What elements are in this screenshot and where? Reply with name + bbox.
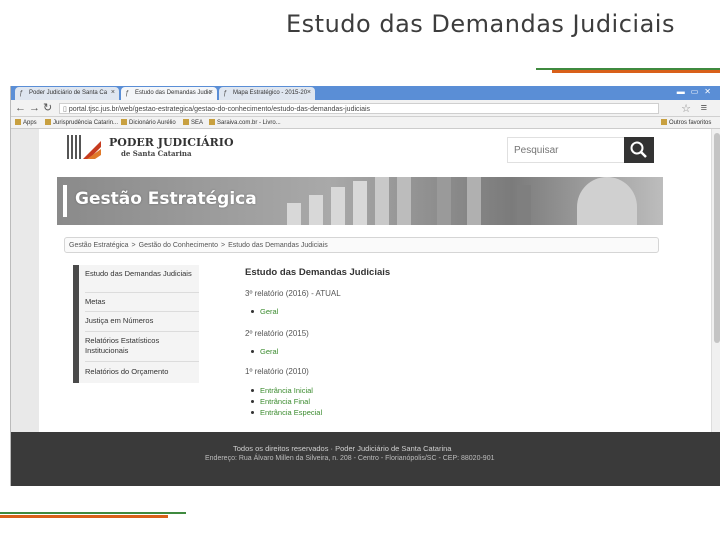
sidebar-divider bbox=[85, 292, 199, 293]
favicon-icon: ƒ bbox=[125, 90, 129, 97]
bookmark-apps[interactable]: Apps bbox=[15, 119, 37, 126]
report-link-2015-geral[interactable]: Geral bbox=[251, 347, 278, 356]
forward-arrow-icon[interactable]: → bbox=[29, 102, 40, 114]
search-input[interactable] bbox=[507, 137, 625, 163]
sidebar-divider bbox=[85, 361, 199, 362]
tab-label: Poder Judiciário de Santa Ca bbox=[29, 90, 108, 96]
bullet-icon bbox=[251, 310, 254, 313]
page-icon: ▯ bbox=[63, 106, 67, 113]
browser-screenshot: ƒ Poder Judiciário de Santa Ca × ƒ Estud… bbox=[10, 86, 720, 486]
sidebar-menu: Estudo das Demandas Judiciais Metas Just… bbox=[73, 265, 199, 383]
report-heading-3: 3º relatório (2016) - ATUAL bbox=[245, 289, 341, 298]
breadcrumb-item-current: Estudo das Demandas Judiciais bbox=[228, 242, 328, 249]
back-arrow-icon[interactable]: ← bbox=[15, 102, 26, 114]
tab-mapa-estrategico[interactable]: ƒ Mapa Estratégico - 2015-20 × bbox=[219, 87, 315, 100]
scrollbar[interactable] bbox=[711, 129, 720, 432]
breadcrumb: Gestão Estratégica > Gestão do Conheciment… bbox=[64, 237, 659, 253]
sidebar-item-estudo-demandas[interactable]: Estudo das Demandas Judiciais bbox=[85, 269, 201, 279]
url-field[interactable]: ▯ portal.tjsc.jus.br/web/gestao-estrategi… bbox=[59, 103, 659, 114]
folder-icon bbox=[209, 119, 215, 125]
footer-rights: Todos os direitos reservados · Poder Jud… bbox=[233, 444, 452, 453]
bullet-icon bbox=[251, 411, 254, 414]
bookmark-jurisprudencia[interactable]: Jurisprudência Catarin... bbox=[45, 119, 118, 126]
logo-title: PODER JUDICIÁRIO bbox=[109, 136, 234, 149]
bullet-icon bbox=[251, 350, 254, 353]
report-link-entrancia-final[interactable]: Entrância Final bbox=[251, 397, 310, 406]
folder-icon bbox=[661, 119, 667, 125]
sidebar-divider bbox=[85, 331, 199, 332]
apps-icon bbox=[15, 119, 21, 125]
breadcrumb-item-gestao-conhecimento[interactable]: Gestão do Conhecimento bbox=[139, 242, 218, 249]
search-icon bbox=[630, 141, 647, 158]
tjsc-logo-icon bbox=[67, 135, 101, 159]
content-title: Estudo das Demandas Judiciais bbox=[245, 267, 391, 278]
footer-address: Endereço: Rua Álvaro Millen da Silveira,… bbox=[205, 455, 495, 462]
scrollbar-thumb[interactable] bbox=[714, 133, 720, 343]
close-tab-icon[interactable]: × bbox=[307, 89, 311, 96]
folder-icon bbox=[45, 119, 51, 125]
bullet-icon bbox=[251, 400, 254, 403]
web-page: PODER JUDICIÁRIO de Santa Catarina Pesqu… bbox=[39, 129, 711, 432]
report-heading-2: 2º relatório (2015) bbox=[245, 329, 309, 338]
address-bar: ← → ↻ ▯ portal.tjsc.jus.br/web/gestao-est… bbox=[11, 100, 720, 117]
sidebar-item-relatorios-orcamento[interactable]: Relatórios do Orçamento bbox=[85, 367, 201, 377]
bookmarks-bar: Apps Jurisprudência Catarin... Dicionári… bbox=[11, 117, 720, 129]
bookmark-outros[interactable]: Outros favoritos bbox=[661, 119, 711, 126]
tab-label: Estudo das Demandas Judic bbox=[135, 90, 212, 96]
breadcrumb-item-gestao-estrategica[interactable]: Gestão Estratégica bbox=[69, 242, 129, 249]
accent-line-top bbox=[536, 68, 720, 73]
bookmark-star-icon[interactable]: ☆ bbox=[681, 102, 691, 115]
sidebar-item-metas[interactable]: Metas bbox=[85, 297, 201, 307]
bullet-icon bbox=[251, 389, 254, 392]
banner: Gestão Estratégica bbox=[57, 177, 663, 225]
close-tab-icon[interactable]: × bbox=[209, 89, 213, 96]
favicon-icon: ƒ bbox=[19, 90, 23, 97]
report-link-entrancia-inicial[interactable]: Entrância Inicial bbox=[251, 386, 313, 395]
folder-icon bbox=[183, 119, 189, 125]
reload-icon[interactable]: ↻ bbox=[43, 102, 52, 114]
tab-bar: ƒ Poder Judiciário de Santa Ca × ƒ Estud… bbox=[11, 86, 720, 100]
banner-title: Gestão Estratégica bbox=[75, 189, 257, 209]
logo-subtitle: de Santa Catarina bbox=[121, 149, 192, 158]
site-footer: Todos os direitos reservados · Poder Jud… bbox=[11, 432, 720, 486]
search-button[interactable] bbox=[624, 137, 654, 163]
close-tab-icon[interactable]: × bbox=[111, 89, 115, 96]
bookmark-dicionario[interactable]: Dicionário Aurélio bbox=[121, 119, 176, 126]
url-text: portal.tjsc.jus.br/web/gestao-estrategic… bbox=[68, 106, 371, 113]
menu-icon[interactable]: ≡ bbox=[701, 102, 707, 114]
tab-label: Mapa Estratégico - 2015-20 bbox=[233, 90, 308, 96]
favicon-icon: ƒ bbox=[223, 90, 227, 97]
report-link-2016-geral[interactable]: Geral bbox=[251, 307, 278, 316]
bookmark-sea[interactable]: SEA bbox=[183, 119, 203, 126]
bookmark-saraiva[interactable]: Saraiva.com.br - Livro... bbox=[209, 119, 281, 126]
window-controls[interactable]: ▬▭✕ bbox=[677, 87, 717, 96]
folder-icon bbox=[121, 119, 127, 125]
report-link-entrancia-especial[interactable]: Entrância Especial bbox=[251, 408, 322, 417]
banner-stripe bbox=[63, 185, 67, 217]
tab-estudo-demandas[interactable]: ƒ Estudo das Demandas Judic × bbox=[121, 87, 217, 100]
tab-poder-judiciario[interactable]: ƒ Poder Judiciário de Santa Ca × bbox=[15, 87, 119, 100]
banner-graphic bbox=[287, 177, 657, 225]
report-heading-1: 1º relatório (2010) bbox=[245, 367, 309, 376]
accent-line-bottom bbox=[0, 512, 186, 518]
sidebar-item-justica-numeros[interactable]: Justiça em Números bbox=[85, 316, 201, 326]
sidebar-divider bbox=[85, 311, 199, 312]
sidebar-item-relatorios-estatisticos[interactable]: Relatórios Estatísticos Institucionais bbox=[85, 336, 201, 356]
slide-title: Estudo das Demandas Judiciais bbox=[286, 10, 675, 38]
